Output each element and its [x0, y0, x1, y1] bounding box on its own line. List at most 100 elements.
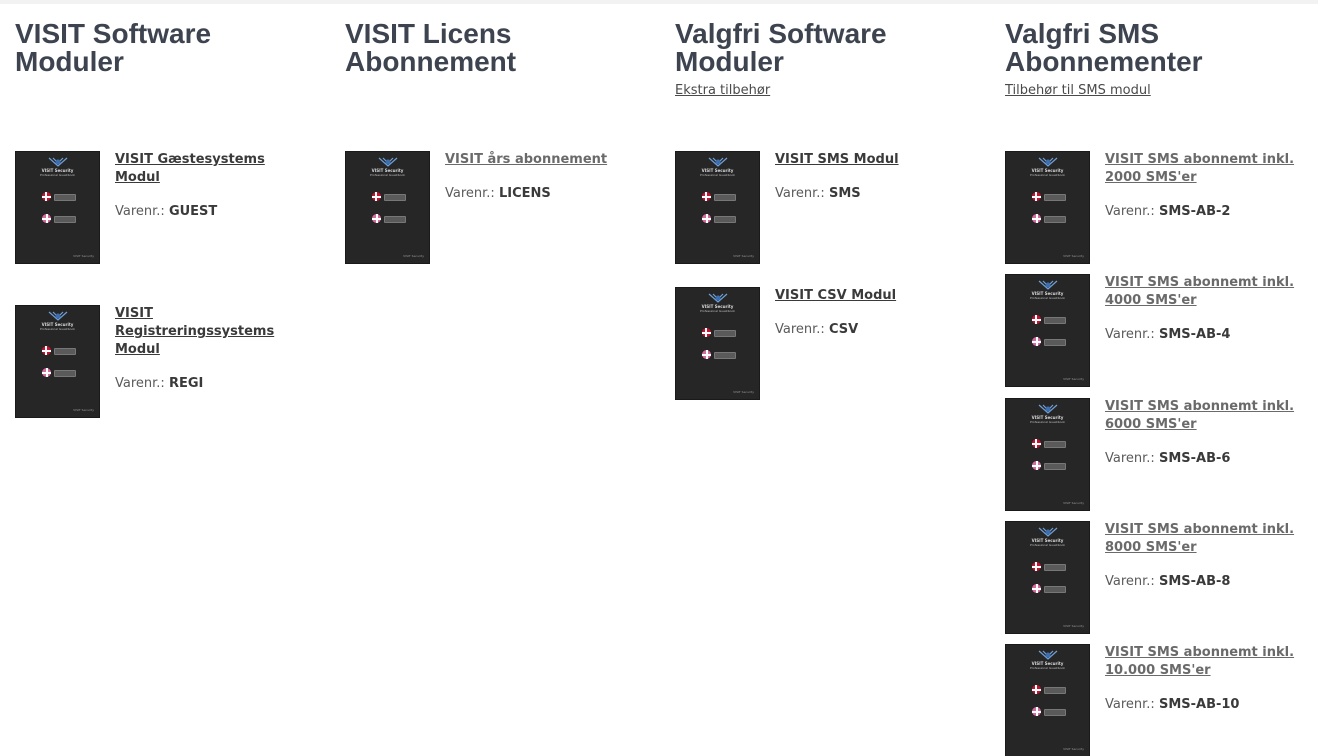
- column-optional-modules: Valgfri Software Moduler Ekstra tilbehør…: [675, 18, 975, 400]
- sku-label: Varenr.:: [1105, 204, 1155, 219]
- heading-line: VISIT Software: [15, 18, 212, 49]
- product-info: VISIT Registreringssystems Modul Varenr.…: [115, 305, 310, 393]
- product-title-link[interactable]: VISIT SMS abonnemt inkl. 2000 SMS'er: [1105, 151, 1300, 187]
- product-title-link[interactable]: VISIT Registreringssystems Modul: [115, 305, 310, 359]
- uk-flag-icon: [1032, 584, 1041, 593]
- heading-line: Moduler: [675, 46, 784, 77]
- extra-accessories-link[interactable]: Ekstra tilbehør: [675, 83, 770, 98]
- sms-accessories-link[interactable]: Tilbehør til SMS modul: [1005, 83, 1151, 98]
- danish-flag-icon: [1032, 315, 1041, 324]
- thumbnail-footer: VISIT Security: [733, 254, 754, 258]
- logo-icon: [708, 293, 728, 303]
- sku-label: Varenr.:: [1105, 327, 1155, 342]
- sku-label: Varenr.:: [1105, 697, 1155, 712]
- product-thumbnail[interactable]: VISIT Security Professional Guestbook VI…: [1005, 644, 1090, 756]
- product-thumbnail[interactable]: VISIT Security Professional Guestbook VI…: [1005, 274, 1090, 387]
- uk-flag-icon: [42, 214, 51, 223]
- thumbnail-tagline: Professional Guestbook: [1029, 543, 1066, 547]
- heading-line: Valgfri SMS: [1005, 18, 1160, 49]
- sku-value: GUEST: [168, 204, 218, 219]
- product-thumbnail[interactable]: VISIT Security Professional Guestbook VI…: [1005, 398, 1090, 511]
- product-thumbnail[interactable]: VISIT Security Professional Guestbook VI…: [1005, 521, 1090, 634]
- thumbnail-button: [1044, 194, 1066, 201]
- heading-line: Moduler: [15, 46, 124, 77]
- danish-flag-icon: [372, 192, 381, 201]
- thumbnail-footer: VISIT Security: [733, 390, 754, 394]
- product-title-link[interactable]: VISIT CSV Modul: [775, 287, 970, 305]
- thumbnail-tagline: Professional Guestbook: [1029, 420, 1066, 424]
- product-sku: Varenr.: SMS: [775, 185, 970, 203]
- product-info: VISIT SMS abonnemt inkl. 4000 SMS'er Var…: [1105, 274, 1300, 344]
- product-sku: Varenr.: SMS-AB-2: [1105, 203, 1300, 221]
- product-sku: Varenr.: CSV: [775, 321, 970, 339]
- thumbnail-footer: VISIT Security: [1063, 747, 1084, 751]
- sku-value: SMS-AB-10: [1158, 697, 1240, 712]
- thumbnail-button: [384, 194, 406, 201]
- danish-flag-icon: [702, 328, 711, 337]
- column-heading: Valgfri SMS Abonnementer: [1005, 20, 1305, 76]
- product-title-link[interactable]: VISIT SMS abonnemt inkl. 8000 SMS'er: [1105, 521, 1300, 557]
- product-info: VISIT SMS abonnemt inkl. 2000 SMS'er Var…: [1105, 151, 1300, 221]
- product-info: VISIT SMS abonnemt inkl. 6000 SMS'er Var…: [1105, 398, 1300, 468]
- product-info: VISIT SMS Modul Varenr.: SMS: [775, 151, 970, 203]
- sku-value: SMS-AB-2: [1158, 204, 1231, 219]
- thumbnail-footer: VISIT Security: [1063, 624, 1084, 628]
- thumbnail-button: [1044, 216, 1066, 223]
- thumbnail-footer: VISIT Security: [73, 408, 94, 412]
- sku-label: Varenr.:: [445, 186, 495, 201]
- product-thumbnail[interactable]: VISIT Security Professional Guestbook VI…: [675, 151, 760, 264]
- product-title-link[interactable]: VISIT SMS abonnemt inkl. 4000 SMS'er: [1105, 274, 1300, 310]
- logo-icon: [1038, 157, 1058, 167]
- thumbnail-button: [54, 348, 76, 355]
- product-info: VISIT års abonnement Varenr.: LICENS: [445, 151, 640, 203]
- product-title-link[interactable]: VISIT SMS Modul: [775, 151, 970, 169]
- thumbnail-footer: VISIT Security: [73, 254, 94, 258]
- column-license-subscription: VISIT Licens Abonnement VISIT Security P…: [345, 20, 645, 264]
- thumbnail-tagline: Professional Guestbook: [369, 173, 406, 177]
- thumbnail-footer: VISIT Security: [1063, 254, 1084, 258]
- sku-label: Varenr.:: [1105, 574, 1155, 589]
- heading-line: Valgfri Software: [675, 18, 887, 49]
- product-sku: Varenr.: SMS-AB-4: [1105, 326, 1300, 344]
- sku-label: Varenr.:: [775, 322, 825, 337]
- product-title-link[interactable]: VISIT års abonnement: [445, 151, 640, 169]
- thumbnail-footer: VISIT Security: [1063, 501, 1084, 505]
- danish-flag-icon: [1032, 685, 1041, 694]
- product-title-link[interactable]: VISIT SMS abonnemt inkl. 6000 SMS'er: [1105, 398, 1300, 434]
- product-title-link[interactable]: VISIT Gæstesystems Modul: [115, 151, 310, 187]
- column-heading: VISIT Licens Abonnement: [345, 20, 645, 76]
- thumbnail-button: [54, 216, 76, 223]
- product-thumbnail[interactable]: VISIT Security Professional Guestbook VI…: [15, 305, 100, 418]
- sku-value: SMS-AB-4: [1158, 327, 1231, 342]
- danish-flag-icon: [42, 346, 51, 355]
- thumbnail-button: [1044, 586, 1066, 593]
- danish-flag-icon: [1032, 562, 1041, 571]
- danish-flag-icon: [42, 192, 51, 201]
- logo-icon: [708, 157, 728, 167]
- thumbnail-button: [1044, 463, 1066, 470]
- thumbnail-button: [1044, 441, 1066, 448]
- product-sku: Varenr.: GUEST: [115, 203, 310, 221]
- heading-line: Abonnement: [345, 46, 517, 77]
- thumbnail-tagline: Professional Guestbook: [39, 173, 76, 177]
- danish-flag-icon: [1032, 439, 1041, 448]
- danish-flag-icon: [702, 192, 711, 201]
- product-sku: Varenr.: SMS-AB-6: [1105, 450, 1300, 468]
- logo-icon: [48, 311, 68, 321]
- thumbnail-tagline: Professional Guestbook: [1029, 173, 1066, 177]
- column-heading: VISIT Software Moduler: [15, 20, 315, 76]
- top-divider: [0, 0, 1318, 4]
- thumbnail-tagline: Professional Guestbook: [699, 173, 736, 177]
- thumbnail-button: [54, 194, 76, 201]
- product-info: VISIT CSV Modul Varenr.: CSV: [775, 287, 970, 339]
- thumbnail-button: [714, 194, 736, 201]
- product-title-link[interactable]: VISIT SMS abonnemt inkl. 10.000 SMS'er: [1105, 644, 1300, 680]
- column-software-modules: VISIT Software Moduler VISIT Security Pr…: [15, 20, 315, 418]
- product-thumbnail[interactable]: VISIT Security Professional Guestbook VI…: [15, 151, 100, 264]
- product-thumbnail[interactable]: VISIT Security Professional Guestbook VI…: [1005, 151, 1090, 264]
- sku-value: SMS-AB-8: [1158, 574, 1231, 589]
- uk-flag-icon: [1032, 337, 1041, 346]
- uk-flag-icon: [702, 350, 711, 359]
- product-thumbnail[interactable]: VISIT Security Professional Guestbook VI…: [675, 287, 760, 400]
- product-thumbnail[interactable]: VISIT Security Professional Guestbook VI…: [345, 151, 430, 264]
